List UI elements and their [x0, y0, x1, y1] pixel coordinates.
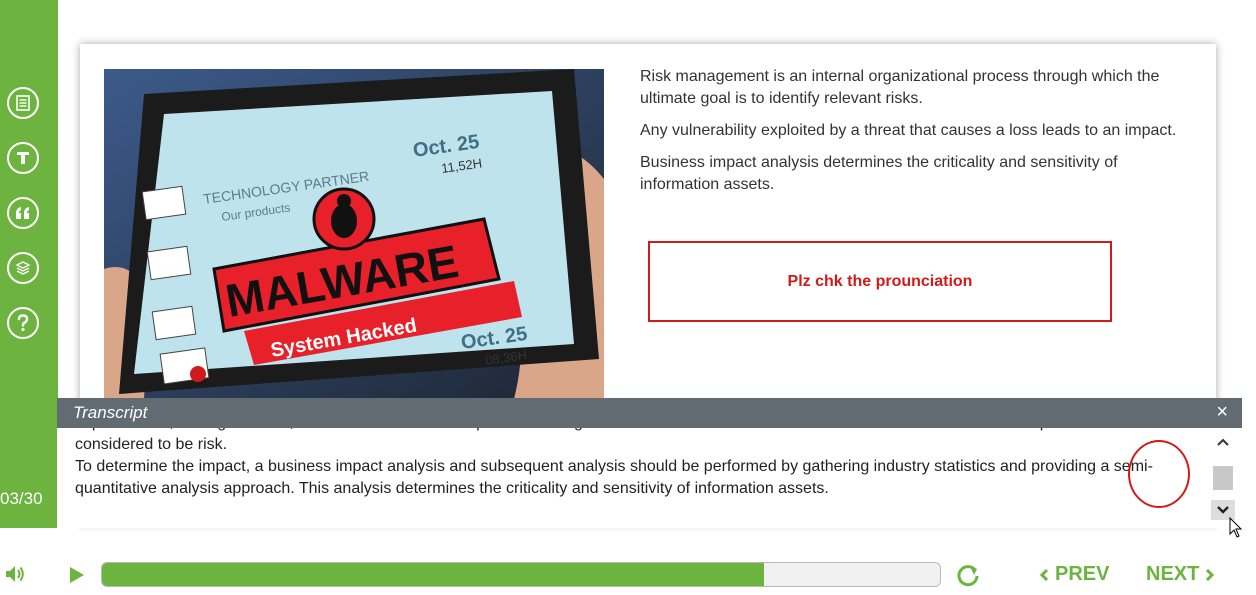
- chevron-left-icon: [1039, 568, 1049, 581]
- content-text: Risk management is an internal organizat…: [640, 66, 1200, 206]
- cursor-icon: [1229, 516, 1243, 544]
- malware-hero-image: TECHNOLOGY PARTNER Our products Oct. 25 …: [104, 69, 604, 399]
- paragraph: Risk management is an internal organizat…: [640, 68, 1160, 107]
- next-label: NEXT: [1146, 563, 1200, 585]
- volume-icon[interactable]: [4, 563, 26, 590]
- transcript-scrollbar[interactable]: [1211, 432, 1235, 524]
- paragraph: Business impact analysis determines the …: [640, 154, 1118, 193]
- reviewer-note: Plz chk the prounciation: [648, 241, 1112, 322]
- play-icon[interactable]: [68, 566, 86, 589]
- transcript-body: impact. A risk, once generated, can caus…: [75, 420, 1205, 528]
- text-icon[interactable]: [7, 142, 39, 174]
- scroll-thumb[interactable]: [1213, 466, 1233, 490]
- transcript-title: Transcript: [73, 403, 148, 422]
- prev-button[interactable]: PREV: [1039, 563, 1109, 586]
- chevron-right-icon: [1206, 568, 1215, 581]
- sidebar: 03/30: [0, 0, 58, 528]
- quote-icon[interactable]: [7, 197, 39, 229]
- progress-fill: [102, 563, 765, 586]
- replay-icon[interactable]: [955, 563, 981, 594]
- close-icon[interactable]: ×: [1216, 401, 1228, 424]
- paragraph: Any vulnerability exploited by a threat …: [640, 122, 1177, 139]
- annotation-circle: [1128, 440, 1190, 508]
- notes-icon[interactable]: [7, 87, 39, 119]
- prev-label: PREV: [1055, 563, 1110, 585]
- chevron-up-icon[interactable]: [1211, 432, 1235, 452]
- transcript-header: Transcript ×: [57, 398, 1242, 428]
- layers-icon[interactable]: [7, 252, 39, 284]
- next-button[interactable]: NEXT: [1146, 563, 1215, 586]
- page-counter: 03/30: [0, 489, 43, 508]
- transcript-line: To determine the impact, a business impa…: [75, 458, 1153, 497]
- help-icon[interactable]: [7, 307, 39, 339]
- transcript-panel: impact. A risk, once generated, can caus…: [57, 398, 1242, 528]
- progress-bar[interactable]: [101, 562, 941, 587]
